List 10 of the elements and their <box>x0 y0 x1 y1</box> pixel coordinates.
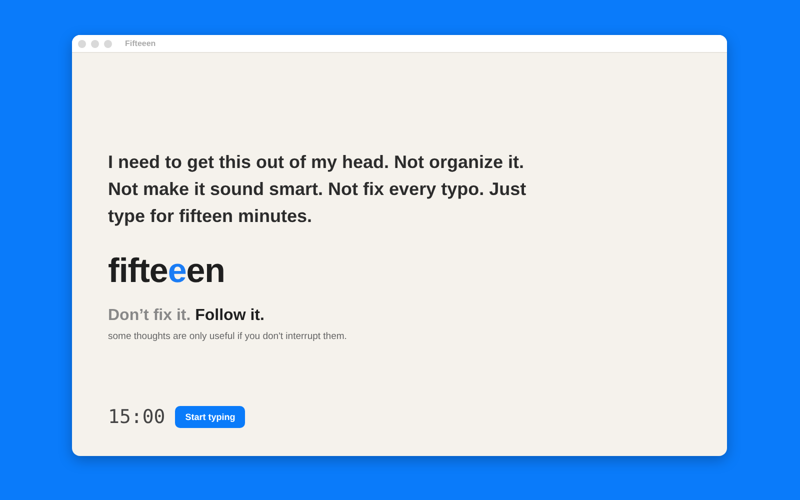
tagline: Don’t fix it. Follow it. <box>108 307 264 325</box>
logo: fifteeen <box>108 252 225 291</box>
start-button[interactable]: Start typing <box>175 406 246 428</box>
intro-text: I need to get this out of my head. Not organize it. Not make it sound smart. Not fix every typo. Just type for fifteen minutes. <box>108 151 528 228</box>
window-title: Fifteeen <box>125 39 156 48</box>
timer: 15:00 <box>108 406 166 428</box>
zoom-icon[interactable] <box>104 40 112 48</box>
subtitle: some thoughts are only useful if you don't interrupt them. <box>108 331 347 342</box>
close-icon[interactable] <box>78 40 86 48</box>
minimize-icon[interactable] <box>91 40 99 48</box>
